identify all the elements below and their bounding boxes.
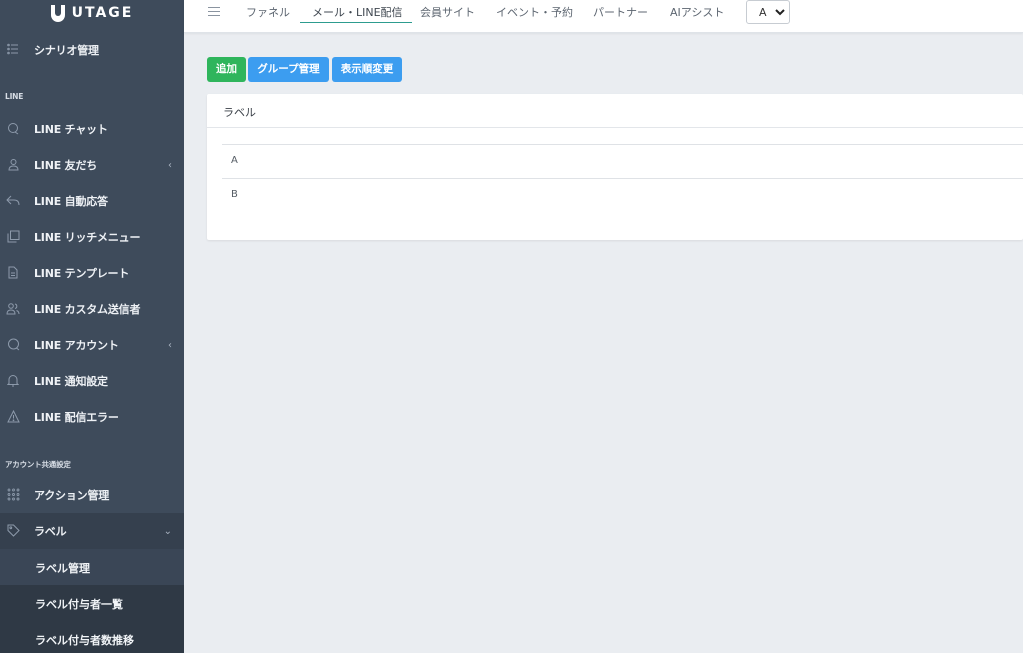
sidebar-subitem-label: ラベル付与者一覧 bbox=[35, 598, 123, 611]
sidebar: UTAGE シナリオ管理 LINE LINE チャット LINE 友だち ‹ L… bbox=[0, 0, 184, 653]
group-management-button[interactable]: グループ管理 bbox=[248, 57, 329, 82]
label-table-card: ラベル A B bbox=[207, 94, 1023, 240]
column-header-label: ラベル bbox=[223, 106, 256, 119]
tag-icon bbox=[6, 524, 20, 538]
sidebar-item-label: LINE リッチメニュー bbox=[34, 231, 141, 244]
change-order-button[interactable]: 表示順変更 bbox=[332, 57, 402, 82]
table-header: ラベル bbox=[207, 94, 1023, 128]
sidebar-item-line-friends[interactable]: LINE 友だち ‹ bbox=[0, 147, 184, 183]
app-logo[interactable]: UTAGE bbox=[0, 0, 184, 26]
sidebar-item-label: LINE チャット bbox=[34, 123, 108, 136]
chevron-down-icon bbox=[774, 5, 786, 19]
top-navbar: ファネル メール・LINE配信 会員サイト イベント・予約 パートナー AIアシ… bbox=[184, 0, 1023, 33]
section-title-account: アカウント共通設定 bbox=[5, 460, 71, 469]
sidebar-item-label: LINE テンプレート bbox=[34, 267, 130, 280]
add-button[interactable]: 追加 bbox=[207, 57, 246, 82]
sidebar-item-line-error[interactable]: LINE 配信エラー bbox=[0, 399, 184, 435]
chat-icon bbox=[6, 122, 20, 136]
sidebar-item-line-autoreply[interactable]: LINE 自動応答 bbox=[0, 183, 184, 219]
sidebar-item-line-chat[interactable]: LINE チャット bbox=[0, 111, 184, 147]
tab-ai-assist[interactable]: AIアシスト bbox=[670, 4, 724, 23]
grid-icon bbox=[6, 488, 20, 502]
users-icon bbox=[6, 302, 20, 316]
sidebar-item-line-custom-sender[interactable]: LINE カスタム送信者 bbox=[0, 291, 184, 327]
label-cell[interactable]: A bbox=[231, 155, 238, 166]
reply-icon bbox=[6, 194, 20, 208]
table-row[interactable]: B bbox=[222, 178, 1023, 212]
sidebar-item-line-richmenu[interactable]: LINE リッチメニュー bbox=[0, 219, 184, 255]
sidebar-item-line-template[interactable]: LINE テンプレート bbox=[0, 255, 184, 291]
section-title-line: LINE bbox=[5, 92, 24, 101]
account-select-value: A bbox=[759, 6, 767, 19]
sidebar-item-label: シナリオ管理 bbox=[34, 44, 99, 57]
hamburger-menu-icon[interactable] bbox=[208, 7, 220, 19]
sidebar-subitem-label: ラベル管理 bbox=[35, 562, 90, 575]
tab-funnel[interactable]: ファネル bbox=[246, 4, 290, 23]
tab-member-site[interactable]: 会員サイト bbox=[420, 4, 475, 23]
sidebar-item-label: LINE カスタム送信者 bbox=[34, 303, 141, 316]
cards-icon bbox=[6, 230, 20, 244]
sidebar-subitem-label: ラベル付与者数推移 bbox=[35, 634, 134, 647]
account-select[interactable]: A bbox=[746, 0, 790, 24]
warning-icon bbox=[6, 409, 20, 424]
tab-mail-line[interactable]: メール・LINE配信 bbox=[300, 4, 412, 23]
sidebar-item-label: LINE 通知設定 bbox=[34, 375, 108, 388]
sidebar-item-label: LINE 友だち bbox=[34, 159, 98, 172]
bell-icon bbox=[6, 374, 20, 388]
user-icon bbox=[6, 158, 20, 172]
sidebar-subitem-label-management[interactable]: ラベル管理 bbox=[0, 549, 184, 585]
label-cell[interactable]: B bbox=[231, 189, 238, 200]
logo-text: UTAGE bbox=[71, 5, 134, 21]
file-icon bbox=[6, 266, 20, 280]
sidebar-item-label-menu[interactable]: ラベル ⌄ bbox=[0, 513, 184, 549]
comment-icon bbox=[6, 338, 20, 352]
utage-logo-icon bbox=[50, 4, 65, 22]
sidebar-item-label: LINE アカウント bbox=[34, 339, 119, 352]
sidebar-subitem-label-trend[interactable]: ラベル付与者数推移 bbox=[0, 621, 184, 653]
chevron-left-icon: ‹ bbox=[168, 159, 172, 171]
tab-partner[interactable]: パートナー bbox=[593, 4, 648, 23]
chevron-left-icon: ‹ bbox=[168, 339, 172, 351]
sidebar-item-line-account[interactable]: LINE アカウント ‹ bbox=[0, 327, 184, 363]
sidebar-subitem-label-assignees[interactable]: ラベル付与者一覧 bbox=[0, 585, 184, 621]
sidebar-item-line-notification[interactable]: LINE 通知設定 bbox=[0, 363, 184, 399]
table-row[interactable]: A bbox=[222, 144, 1023, 178]
sidebar-item-label: LINE 自動応答 bbox=[34, 195, 108, 208]
chevron-down-icon: ⌄ bbox=[163, 525, 172, 537]
sidebar-item-scenario[interactable]: シナリオ管理 bbox=[0, 32, 184, 68]
sidebar-item-label: アクション管理 bbox=[34, 489, 110, 502]
sidebar-item-label: ラベル bbox=[34, 525, 67, 538]
sidebar-item-action[interactable]: アクション管理 bbox=[0, 477, 184, 513]
tab-event[interactable]: イベント・予約 bbox=[496, 4, 573, 23]
sidebar-item-label: LINE 配信エラー bbox=[34, 411, 119, 424]
list-icon bbox=[6, 43, 20, 57]
